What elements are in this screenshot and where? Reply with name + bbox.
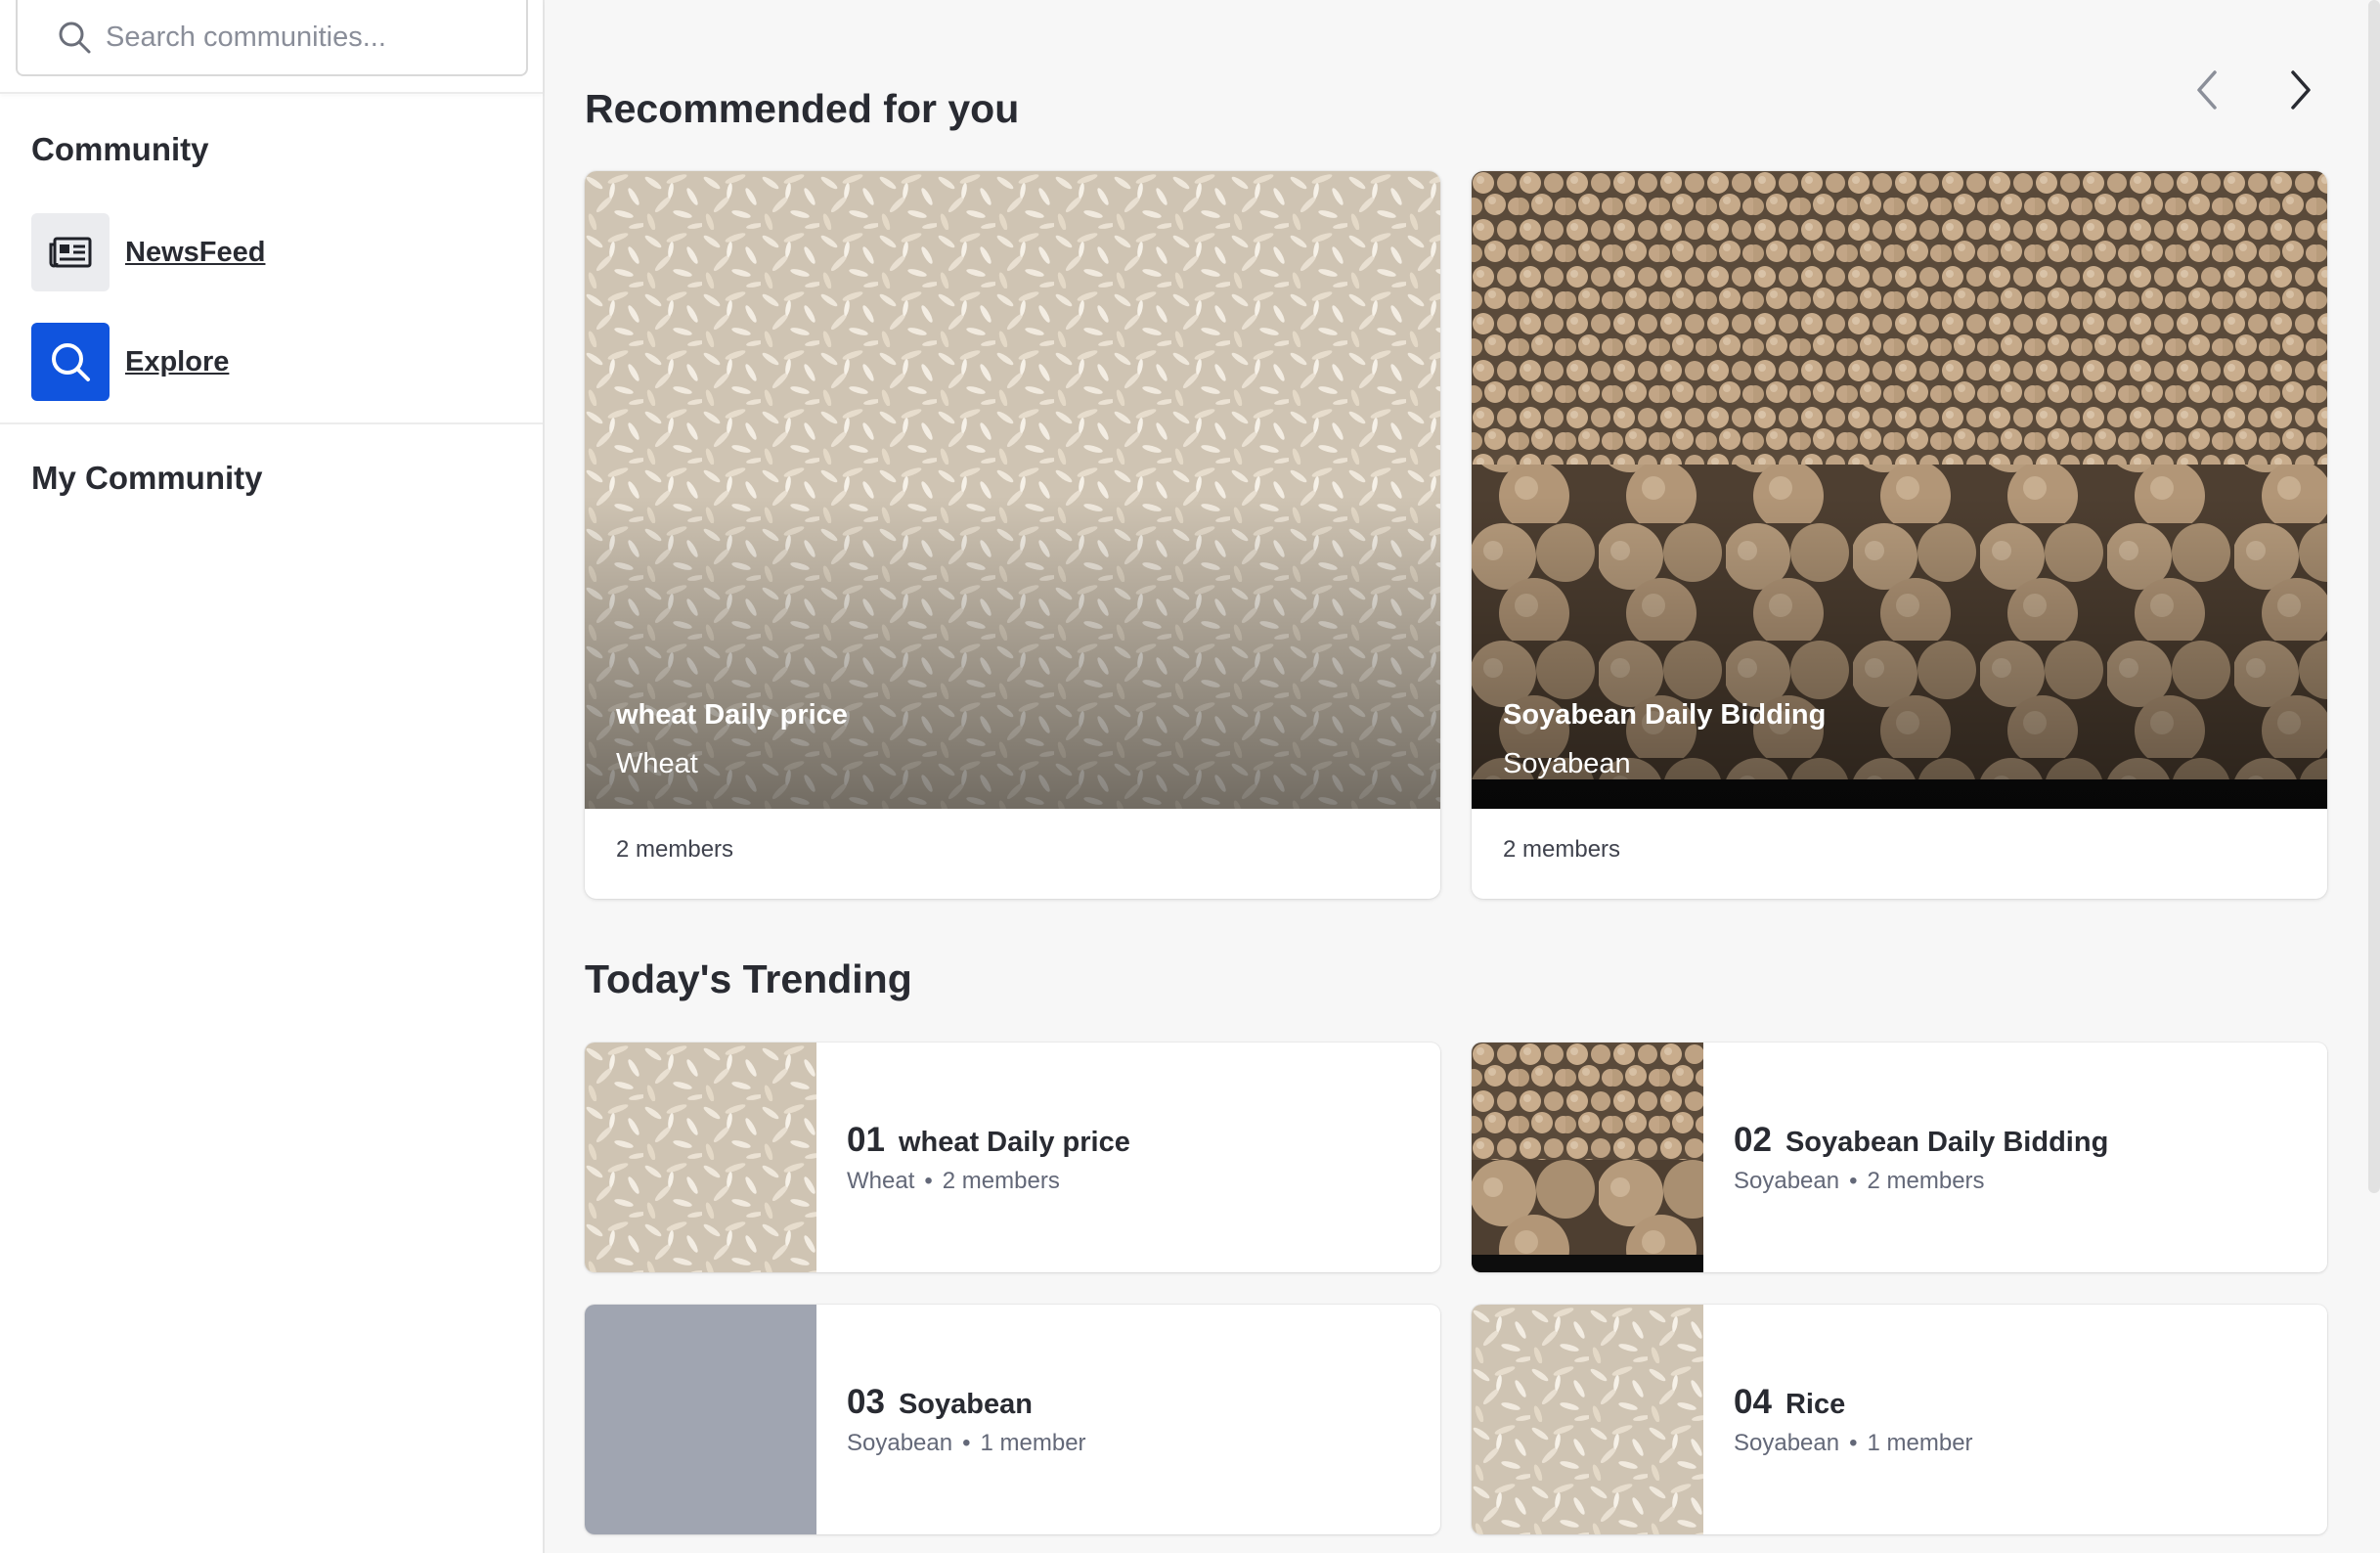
community-name: wheat Daily price <box>898 1127 1130 1158</box>
trending-rank: 03 <box>847 1383 885 1421</box>
app: Community NewsFeed <box>0 0 2380 1553</box>
sidebar: Community NewsFeed <box>0 0 545 1553</box>
trending-item[interactable]: 04 Rice Soyabean • 1 member <box>1472 1305 2327 1534</box>
community-heading: Community <box>31 131 209 167</box>
trending-rank: 01 <box>847 1121 885 1159</box>
trending-rank: 04 <box>1734 1383 1772 1421</box>
carousel-prev-button[interactable] <box>2178 61 2236 119</box>
community-name: wheat Daily price <box>616 699 848 731</box>
member-count: 2 members <box>1503 836 1621 863</box>
separator-dot: • <box>924 1168 933 1194</box>
trending-item[interactable]: 03 Soyabean Soyabean • 1 member <box>585 1305 1440 1534</box>
main-content: Recommended for you wheat Daily price Wh… <box>545 0 2380 1553</box>
community-thumbnail <box>585 1043 816 1272</box>
separator-dot: • <box>962 1430 971 1456</box>
thumbnail-placeholder <box>585 1305 816 1534</box>
search-box[interactable] <box>16 0 528 76</box>
carousel-next-button[interactable] <box>2271 61 2330 119</box>
community-category: Wheat <box>616 748 698 779</box>
recommended-title: Recommended for you <box>585 86 1020 131</box>
trending-item[interactable]: 01 wheat Daily price Wheat • 2 members <box>585 1043 1440 1272</box>
separator-dot: • <box>1849 1168 1858 1194</box>
search-input[interactable] <box>106 18 516 57</box>
sidebar-item-label: Explore <box>125 345 230 377</box>
community-thumbnail <box>1472 1043 1703 1272</box>
sidebar-item-label: NewsFeed <box>125 236 266 268</box>
search-icon <box>31 323 110 401</box>
community-category: Soyabean <box>1503 748 1631 779</box>
my-community-heading: My Community <box>31 460 263 496</box>
chevron-left-icon <box>2197 70 2217 110</box>
community-category: Wheat <box>847 1168 915 1194</box>
trending-item[interactable]: 02 Soyabean Daily Bidding Soyabean • 2 mem… <box>1472 1043 2327 1272</box>
community-thumbnail <box>1472 1305 1703 1534</box>
trending-rank: 02 <box>1734 1121 1772 1159</box>
member-count: 2 members <box>1867 1168 1985 1194</box>
community-category: Soyabean <box>1734 1430 1840 1456</box>
community-category: Soyabean <box>1734 1168 1840 1194</box>
member-count: 2 members <box>942 1168 1060 1194</box>
sidebar-item-explore[interactable]: Explore <box>31 323 229 401</box>
recommended-card[interactable]: Soyabean Daily Bidding Soyabean 2 member… <box>1472 171 2327 899</box>
chevron-right-icon <box>2291 70 2311 110</box>
divider <box>0 422 543 424</box>
member-count: 2 members <box>616 836 734 863</box>
trending-title: Today's Trending <box>585 956 912 1001</box>
recommended-card[interactable]: wheat Daily price Wheat 2 members <box>585 171 1440 899</box>
search-area <box>0 0 543 94</box>
community-name: Soyabean Daily Bidding <box>1785 1127 2109 1158</box>
member-count: 1 member <box>980 1430 1086 1456</box>
member-count: 1 member <box>1867 1430 1973 1456</box>
community-name: Soyabean <box>898 1389 1033 1420</box>
community-category: Soyabean <box>847 1430 953 1456</box>
scrollbar[interactable] <box>2368 0 2380 1193</box>
separator-dot: • <box>1849 1430 1858 1456</box>
community-name: Rice <box>1785 1389 1846 1420</box>
search-icon <box>59 22 91 54</box>
community-name: Soyabean Daily Bidding <box>1503 699 1827 731</box>
sidebar-item-newsfeed[interactable]: NewsFeed <box>31 213 265 291</box>
newspaper-icon <box>31 213 110 291</box>
